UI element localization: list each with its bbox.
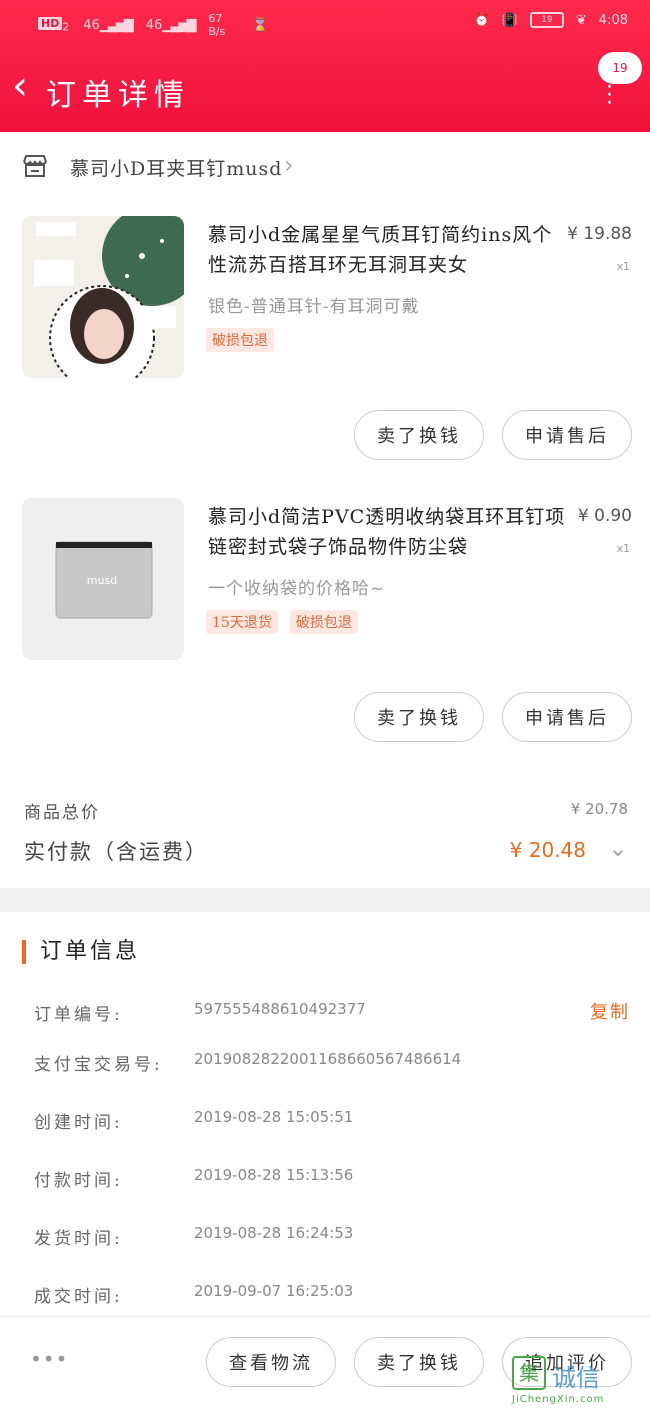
more-menu-icon[interactable]: · · ·: [606, 77, 613, 115]
product-title: 慕司小d简洁PVC透明收纳袋耳环耳钉项链密封式袋子饰品物件防尘袋: [208, 506, 566, 558]
goods-total-label: 商品总价: [24, 803, 100, 823]
watermark-logo: 集: [512, 1356, 546, 1390]
product-image: musd: [22, 498, 184, 660]
product-price: ¥ 0.90: [577, 506, 632, 526]
hourglass-icon: ⌛: [252, 17, 269, 33]
shop-name: 慕司小D耳夹耳钉musd: [70, 158, 283, 180]
shop-row[interactable]: 慕司小D耳夹耳钉musd ›: [0, 142, 650, 190]
status-bar: HD 2 46▁▃▅▇ 46▁▃▅▇ 67 B/s ⌛ ⏰ 📳 19 ❦ 4:08: [0, 10, 650, 40]
signal-2-icon: 46▁▃▅▇: [145, 17, 197, 33]
vibrate-icon: 📳: [501, 12, 518, 28]
section-divider: [0, 888, 650, 912]
aftersale-button[interactable]: 申请售后: [502, 410, 632, 460]
sell-button[interactable]: 卖了换钱: [354, 1337, 484, 1387]
service-tag: 15天退货: [206, 610, 278, 634]
page-title: 订单详情: [46, 78, 190, 113]
alarm-icon: ⏰: [473, 12, 490, 28]
svg-text:musd: musd: [87, 574, 117, 587]
watermark-text: 诚信: [552, 1364, 600, 1392]
order-info-title: 订单信息: [22, 940, 140, 964]
service-tag: 破损包退: [289, 610, 358, 634]
more-actions-icon[interactable]: •••: [30, 1347, 68, 1371]
watermark-url: JiChengXin.com: [512, 1394, 605, 1405]
product-item[interactable]: musd 慕司小d简洁PVC透明收纳袋耳环耳钉项链密封式袋子饰品物件防尘袋 ¥ …: [0, 498, 650, 698]
chevron-down-icon[interactable]: ⌄: [608, 834, 628, 862]
aftersale-button[interactable]: 申请售后: [502, 692, 632, 742]
app-header: HD 2 46▁▃▅▇ 46▁▃▅▇ 67 B/s ⌛ ⏰ 📳 19 ❦ 4:08…: [0, 0, 650, 132]
product-image: [22, 216, 184, 378]
product-spec: 银色-普通耳针-有耳洞可戴: [208, 297, 420, 317]
leaf-icon: ❦: [575, 12, 587, 28]
service-tag: 破损包退: [206, 328, 274, 352]
network-speed: 67 B/s: [208, 12, 226, 38]
site-watermark: 集 诚信 JiChengXin.com: [512, 1356, 642, 1405]
paid-value: ¥ 20.48: [509, 838, 586, 862]
product-item[interactable]: 慕司小d金属星星气质耳钉简约ins风个性流苏百搭耳环无耳洞耳夹女 ¥ 19.88…: [0, 216, 650, 416]
copy-button[interactable]: 复制: [590, 998, 630, 1024]
hd-badge: HD 2: [38, 16, 69, 34]
clock-time: 4:08: [598, 12, 628, 28]
sell-button[interactable]: 卖了换钱: [354, 410, 484, 460]
product-price: ¥ 19.88: [567, 224, 632, 244]
battery-icon: 19: [529, 12, 564, 28]
product-quantity: x1: [616, 542, 630, 555]
goods-total-value: ¥ 20.78: [570, 800, 628, 818]
view-logistics-button[interactable]: 查看物流: [206, 1337, 336, 1387]
back-icon[interactable]: ‹: [12, 66, 44, 108]
order-totals: 商品总价 ¥ 20.78 实付款（含运费） ¥ 20.48 ⌄: [0, 790, 650, 886]
product-title: 慕司小d金属星星气质耳钉简约ins风个性流苏百搭耳环无耳洞耳夹女: [208, 224, 553, 276]
sell-button[interactable]: 卖了换钱: [354, 692, 484, 742]
message-bubble[interactable]: 19: [598, 52, 642, 84]
signal-1-icon: 46▁▃▅▇: [83, 17, 134, 33]
product-quantity: x1: [616, 260, 630, 273]
order-info-section: 订单信息 订单编号: 597555488610492377 复制 支付宝交易号:…: [0, 912, 650, 1316]
chevron-right-icon: ›: [284, 151, 294, 179]
product-spec: 一个收纳袋的价格哈~: [208, 579, 386, 599]
paid-label: 实付款（含运费）: [24, 840, 208, 864]
store-icon: [23, 155, 47, 177]
